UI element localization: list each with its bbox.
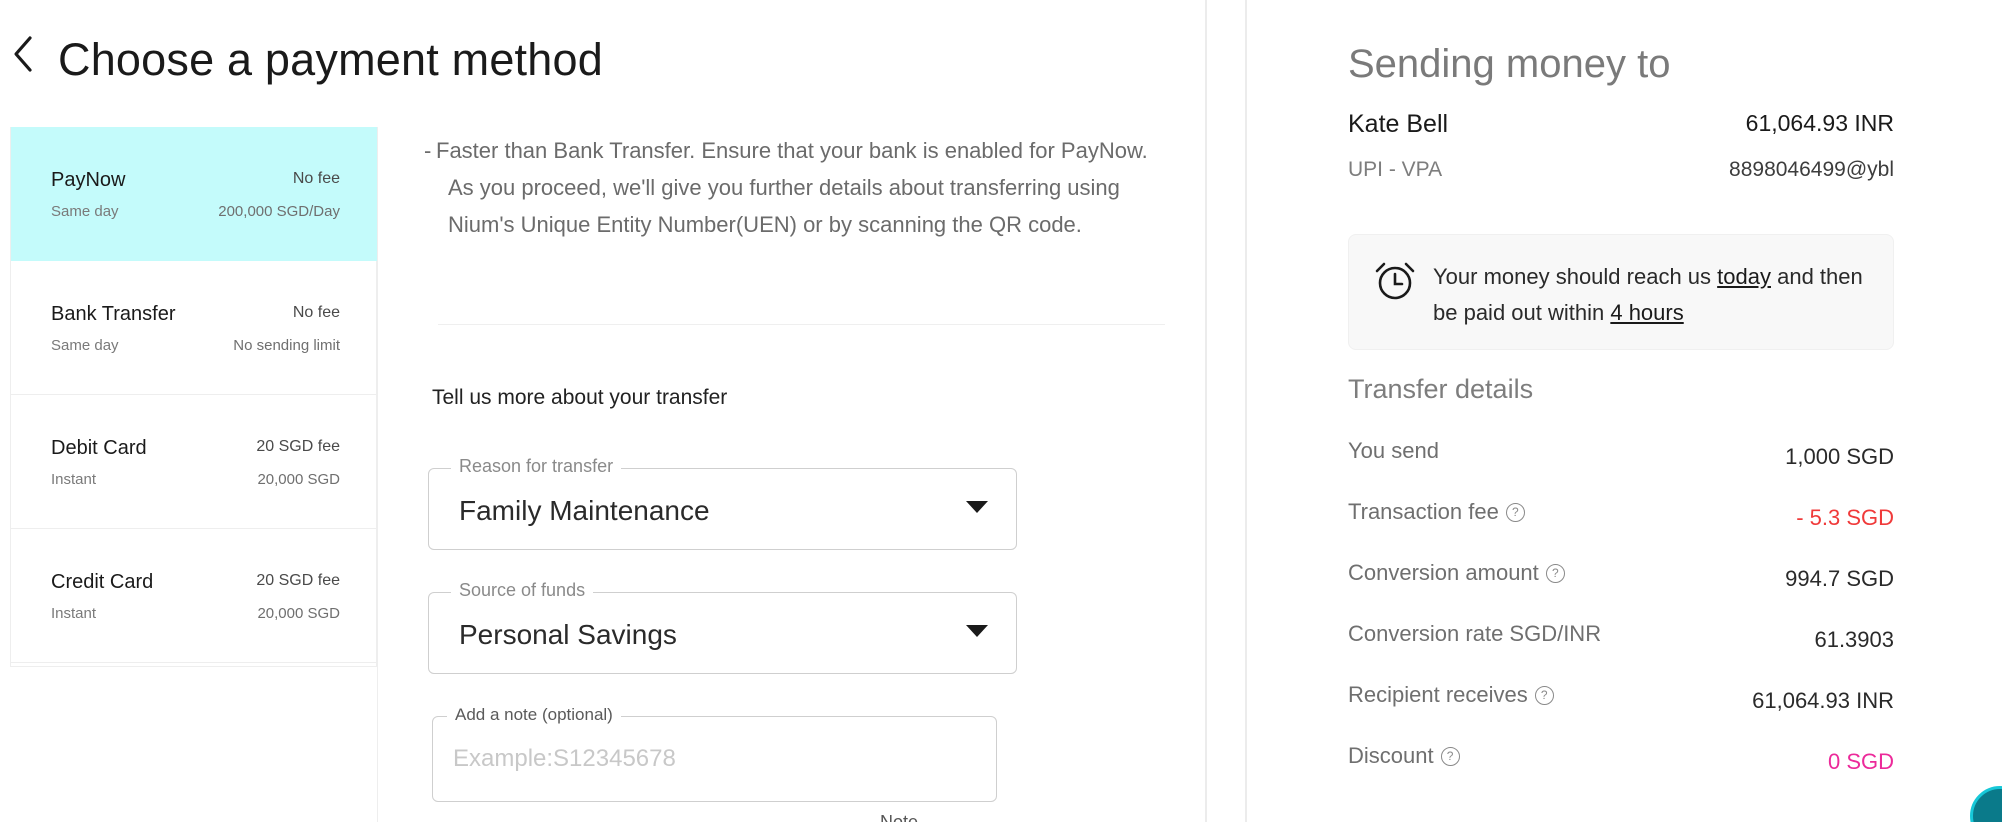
transfer-section-label: Tell us more about your transfer xyxy=(432,386,728,409)
info-circle-icon[interactable]: ? xyxy=(1440,746,1460,766)
source-value: Personal Savings xyxy=(459,619,677,650)
detail-value: 61.3903 xyxy=(1814,627,1894,652)
method-name: Debit Card xyxy=(51,437,147,459)
method-paynow[interactable]: PayNow Same day No fee 200,000 SGD/Day xyxy=(11,127,378,261)
method-speed: Same day xyxy=(51,203,119,220)
delivery-timing-text: Your money should reach us today and the… xyxy=(1433,259,1873,331)
detail-label: Transaction fee? xyxy=(1348,499,1525,525)
method-name: Credit Card xyxy=(51,571,154,593)
method-limit: 200,000 SGD/Day xyxy=(218,203,340,220)
detail-label-text: Recipient receives xyxy=(1348,682,1528,707)
detail-label: You send xyxy=(1348,438,1439,464)
detail-value: 1,000 SGD xyxy=(1785,444,1894,469)
method-limit: 20,000 SGD xyxy=(257,605,340,622)
transfer-summary-panel: Sending money to Kate Bell 61,064.93 INR… xyxy=(1247,0,2002,822)
method-name: PayNow xyxy=(51,169,126,191)
detail-value: 994.7 SGD xyxy=(1785,566,1894,591)
method-credit-card[interactable]: Credit Card Instant 20 SGD fee 20,000 SG… xyxy=(11,529,378,663)
method-fee: No fee xyxy=(292,170,340,187)
detail-label-text: Transaction fee xyxy=(1348,499,1499,524)
detail-label: Recipient receives? xyxy=(1348,682,1554,708)
reason-select[interactable]: Reason for transfer Family Maintenance xyxy=(428,456,1017,550)
info-circle-icon[interactable]: ? xyxy=(1545,563,1565,583)
detail-label-text: Conversion amount xyxy=(1348,560,1539,585)
note-helper-text: Note xyxy=(880,812,919,822)
recipient-method: UPI - VPA xyxy=(1348,158,1443,181)
description-text: Faster than Bank Transfer. Ensure that y… xyxy=(436,138,1148,237)
page-title: Choose a payment method xyxy=(58,34,603,85)
method-speed: Instant xyxy=(51,605,97,622)
detail-label: Conversion amount? xyxy=(1348,560,1565,586)
delivery-timing-box: Your money should reach us today and the… xyxy=(1348,234,1894,350)
source-label: Source of funds xyxy=(451,580,594,601)
detail-row-discount: Discount? 0 SGD xyxy=(1348,743,1894,783)
note-input[interactable] xyxy=(453,745,953,773)
detail-label-text: Discount xyxy=(1348,743,1434,768)
method-limit: 20,000 SGD xyxy=(257,471,340,488)
detail-row-you-send: You send 1,000 SGD xyxy=(1348,438,1894,478)
method-debit-card[interactable]: Debit Card Instant 20 SGD fee 20,000 SGD xyxy=(11,395,378,529)
recipient-amount: 61,064.93 INR xyxy=(1745,110,1894,136)
detail-label: Conversion rate SGD/INR xyxy=(1348,621,1601,647)
timing-prefix: Your money should reach us xyxy=(1433,264,1718,289)
detail-label-text: Conversion rate SGD/INR xyxy=(1348,621,1602,646)
reason-value: Family Maintenance xyxy=(459,495,710,526)
method-speed: Same day xyxy=(51,337,119,354)
note-label: Add a note (optional) xyxy=(447,705,621,725)
detail-row-conversion-amount: Conversion amount? 994.7 SGD xyxy=(1348,560,1894,600)
panel-gutter xyxy=(1207,0,1245,822)
detail-row-transaction-fee: Transaction fee? - 5.3 SGD xyxy=(1348,499,1894,539)
method-fee: 20 SGD fee xyxy=(256,438,340,455)
detail-value: 0 SGD xyxy=(1827,749,1894,774)
detail-row-conversion-rate: Conversion rate SGD/INR 61.3903 xyxy=(1348,621,1894,661)
method-description: - Faster than Bank Transfer. Ensure that… xyxy=(424,132,1164,243)
source-of-funds-select[interactable]: Source of funds Personal Savings xyxy=(428,580,1017,674)
timing-payout-link[interactable]: 4 hours xyxy=(1610,300,1683,325)
caret-down-icon xyxy=(966,625,988,637)
reason-label: Reason for transfer xyxy=(451,456,622,477)
payment-method-panel: Choose a payment method PayNow Same day … xyxy=(0,0,1205,822)
recipient-name: Kate Bell xyxy=(1348,110,1449,138)
method-list-divider xyxy=(377,127,378,822)
back-button[interactable] xyxy=(8,32,38,76)
method-bank-transfer[interactable]: Bank Transfer Same day No fee No sending… xyxy=(11,261,378,395)
method-speed: Instant xyxy=(51,471,97,488)
alarm-clock-icon xyxy=(1375,262,1415,300)
info-circle-icon[interactable]: ? xyxy=(1505,502,1525,522)
description-dash: - xyxy=(424,138,432,163)
caret-down-icon xyxy=(966,501,988,513)
summary-title: Sending money to xyxy=(1348,42,1671,86)
recipient-account: 8898046499@ybl xyxy=(1729,158,1894,181)
timing-received-link[interactable]: today xyxy=(1717,264,1771,289)
chevron-left-icon xyxy=(14,36,32,72)
detail-row-recipient-receives: Recipient receives? 61,064.93 INR xyxy=(1348,682,1894,722)
note-field: Add a note (optional) xyxy=(432,705,997,802)
info-circle-icon[interactable]: ? xyxy=(1534,685,1554,705)
detail-label-text: You send xyxy=(1348,438,1439,463)
method-limit: No sending limit xyxy=(233,337,340,354)
method-fee: No fee xyxy=(292,304,340,321)
section-divider xyxy=(438,324,1165,325)
detail-value: - 5.3 SGD xyxy=(1796,505,1894,530)
details-title: Transfer details xyxy=(1348,374,1534,404)
method-fee: 20 SGD fee xyxy=(256,572,340,589)
method-name: Bank Transfer xyxy=(51,303,176,325)
detail-label: Discount? xyxy=(1348,743,1460,769)
detail-value: 61,064.93 INR xyxy=(1752,688,1894,713)
payment-method-list: PayNow Same day No fee 200,000 SGD/Day B… xyxy=(10,127,378,667)
